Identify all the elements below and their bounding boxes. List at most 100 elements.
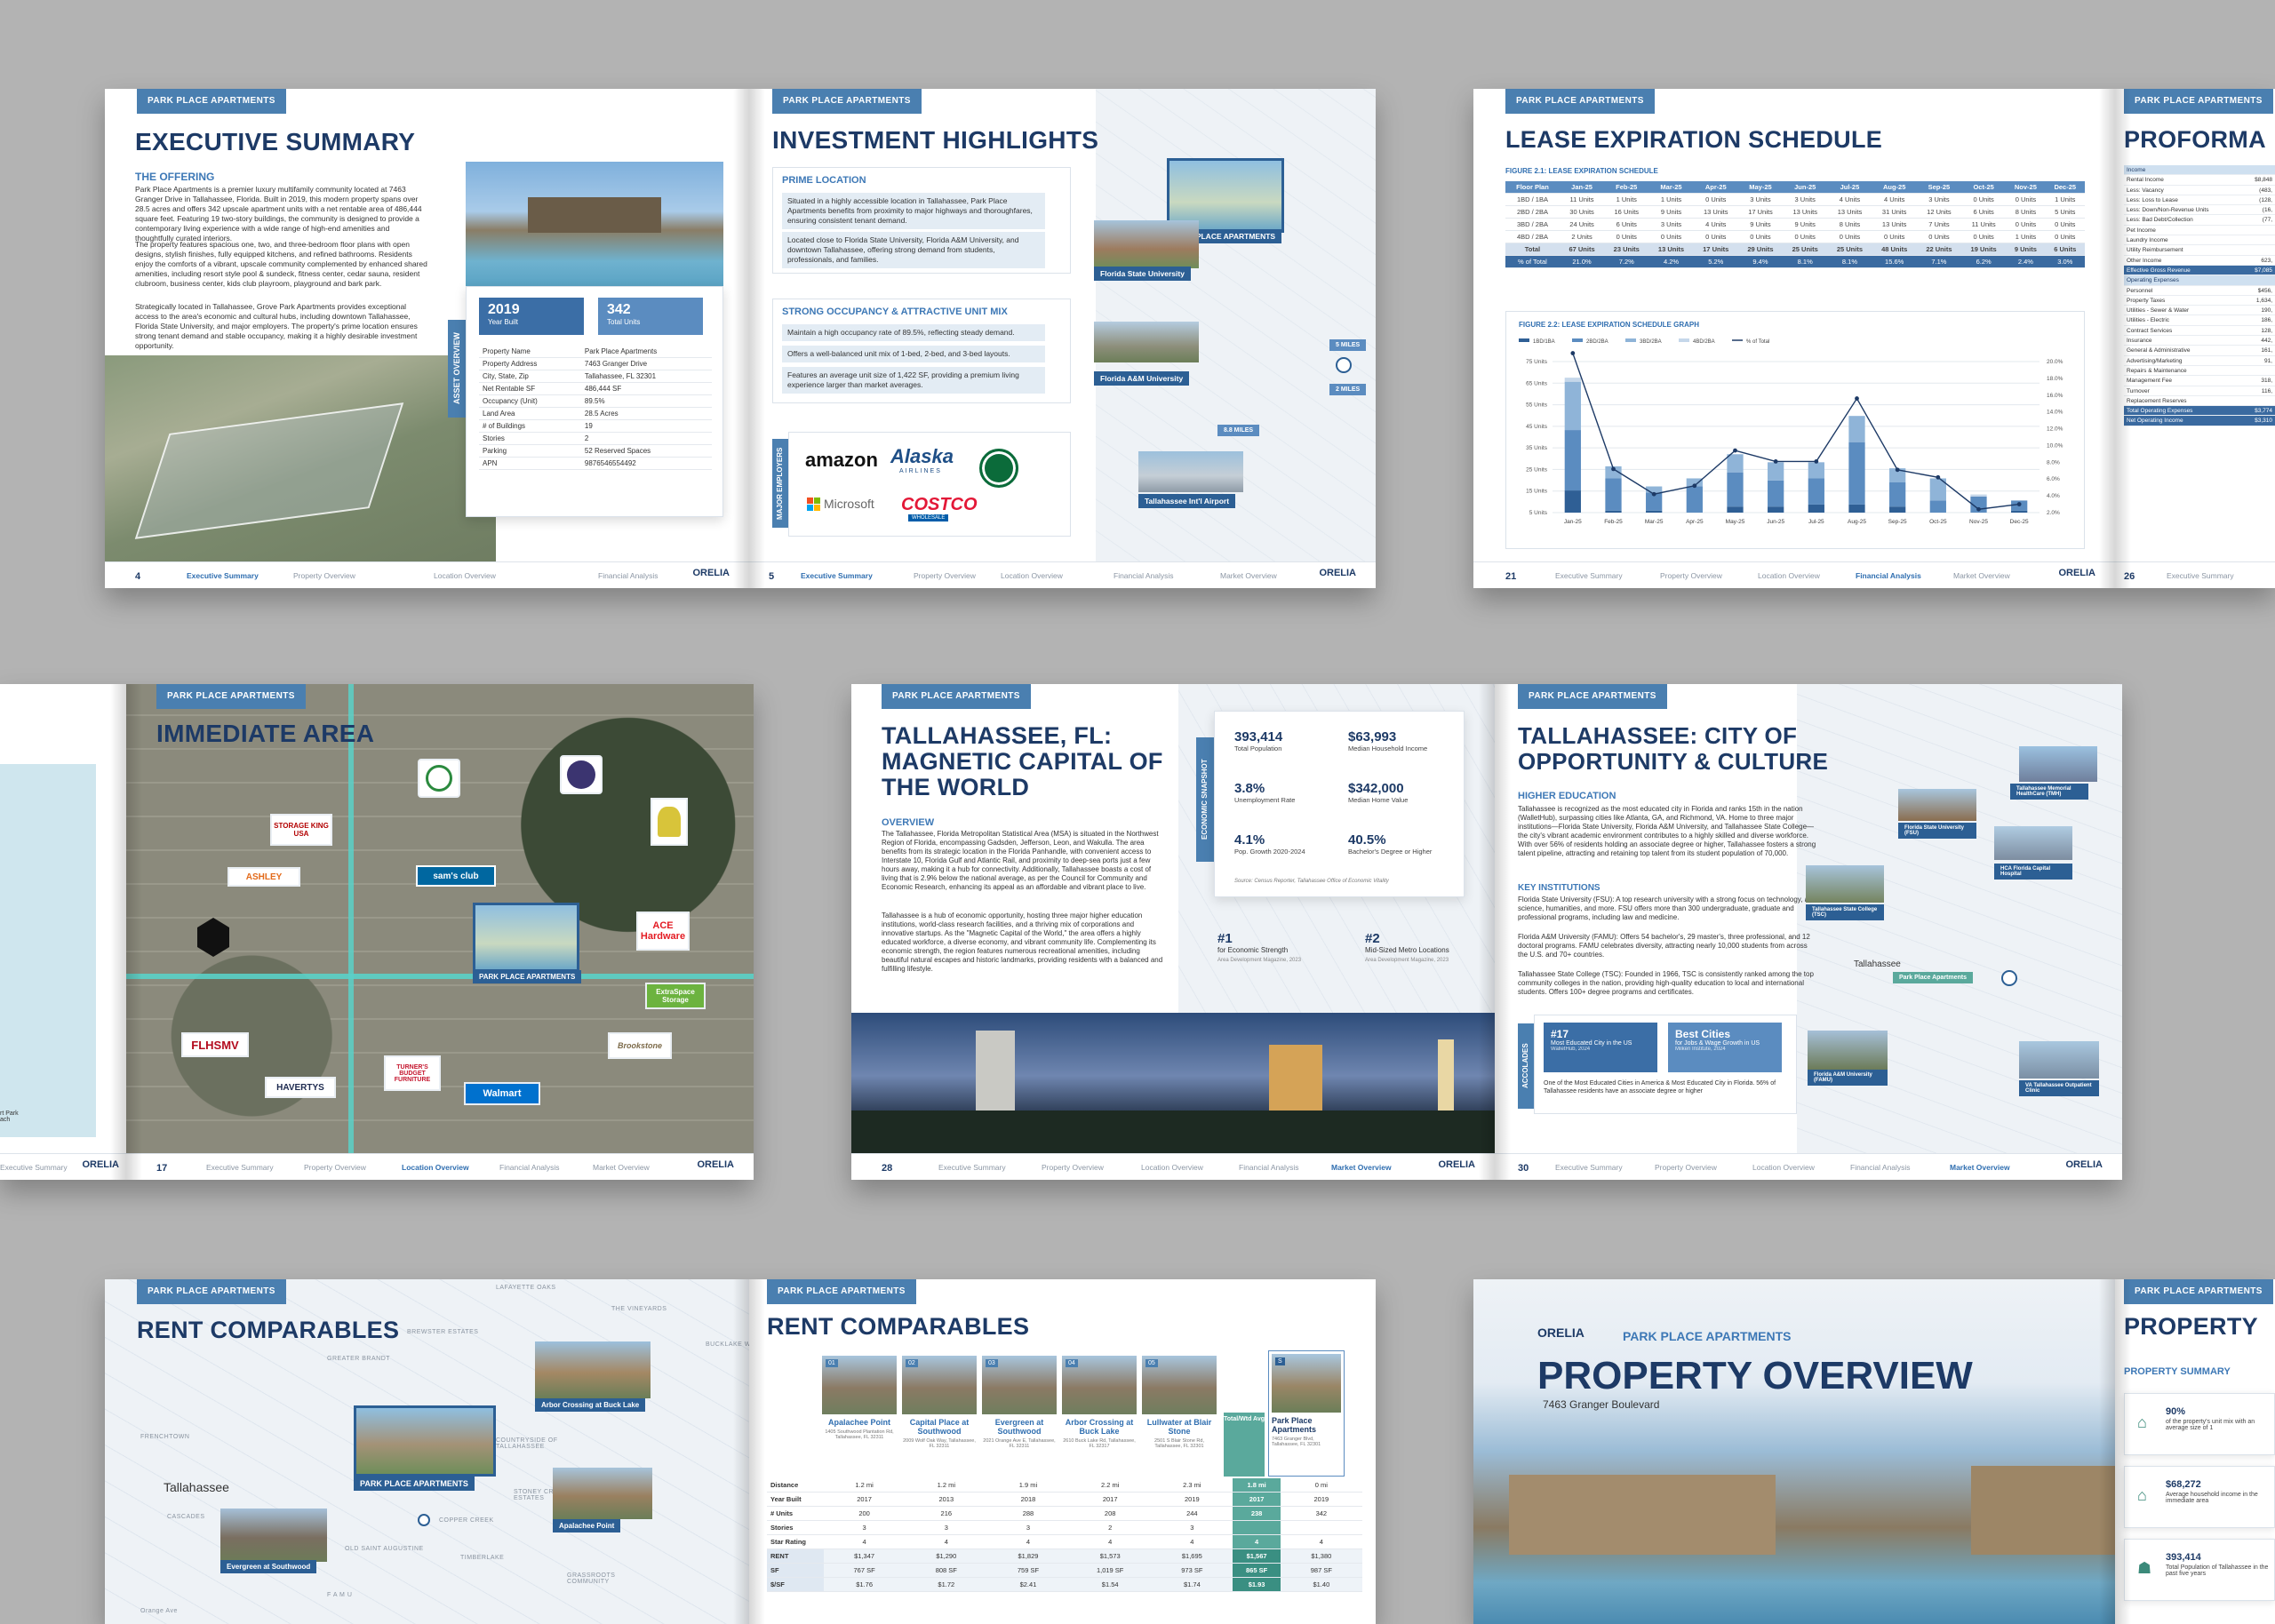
y2-tick-label: 14.0% (2047, 410, 2063, 416)
asset-table: Property Name Park Place Apartments Proper… (479, 346, 712, 470)
stat-value: 393,414 (1234, 729, 1283, 744)
nav-link[interactable]: Property Overview (1042, 1163, 1104, 1172)
table-cell: 2BD / 2BA (1505, 205, 1560, 219)
line-point (1733, 448, 1737, 453)
row-label: Effective Gross Revenue (2127, 267, 2191, 274)
nav-link[interactable]: Property Overview (914, 571, 976, 580)
y-tick-label: 45 Units (1526, 424, 1548, 430)
stat-value: $63,993 (1348, 729, 1397, 744)
accolades-tab: ACCOLADES (1518, 1023, 1534, 1109)
table-row: SF 767 SF 808 SF 759 SF 1,019 SF 973 SF 865 SF… (767, 1563, 1362, 1578)
nav-link[interactable]: Location Overview (1752, 1163, 1815, 1172)
table-cell: 8 Units (2006, 205, 2046, 219)
stat-value: 4.1% (1234, 832, 1265, 848)
legend-label: % of Total (1746, 339, 1769, 345)
stat-box-year: 2019 Year Built (479, 298, 584, 335)
nav-link[interactable]: Executive Summary (1555, 571, 1623, 580)
table-cell: 7.2% (1604, 255, 1649, 268)
comp-photo: 03 (982, 1356, 1057, 1414)
comp-column-header: 02 Capital Place at Southwood 2009 Wolf Oa… (902, 1356, 977, 1449)
summary-stat: ⌂ $68,272 Average household income in th… (2124, 1466, 2275, 1528)
nav-link[interactable]: Property Overview (1660, 571, 1722, 580)
page-immediate-area: PARK PLACE APARTMENTS IMMEDIATE AREA PAR… (126, 684, 754, 1180)
nav-link[interactable]: Financial Analysis (1239, 1163, 1299, 1172)
major-employers-tab: MAJOR EMPLOYERS (772, 439, 788, 528)
brand-pill: PARK PLACE APARTMENTS (1505, 89, 1655, 114)
table-cell: 238 (1233, 1506, 1281, 1521)
nav-link[interactable]: Market Overview (1331, 1163, 1392, 1172)
nav-link[interactable]: Location Overview (1758, 571, 1820, 580)
avg-column-header: Total/Wtd Avg (1224, 1413, 1265, 1477)
rank-label: Mid-Sized Metro Locations (1365, 946, 1449, 954)
table-cell: 987 SF (1280, 1563, 1362, 1578)
section-heading: THE OFFERING (135, 171, 215, 183)
spine-shadow (110, 684, 142, 1180)
nav-link[interactable]: Property Overview (304, 1163, 366, 1172)
tmh-thumb (2019, 746, 2097, 782)
nav-link[interactable]: Market Overview (1220, 571, 1277, 580)
paragraph: Tallahassee is recognized as the most ed… (1518, 805, 1816, 857)
nav-link[interactable]: Location Overview (1141, 1163, 1203, 1172)
nav-link[interactable]: Location Overview (1001, 571, 1063, 580)
comp-photo: 02 (902, 1356, 977, 1414)
page-footer: 5 Executive Summary Property Overview Lo… (749, 561, 1376, 588)
bar-segment (1564, 381, 1581, 431)
nav-link[interactable]: Executive Summary (801, 571, 873, 580)
nav-link[interactable]: Executive Summary (938, 1163, 1006, 1172)
table-cell: 3 Units (1916, 193, 1962, 206)
nav-link[interactable]: Executive Summary (206, 1163, 274, 1172)
row-label: City, State, Zip (479, 370, 581, 383)
table-cell: 0 Units (2006, 218, 2046, 231)
nav-link[interactable]: Location Overview (434, 571, 496, 580)
accolade-value: #17 (1551, 1028, 1569, 1040)
nav-link[interactable]: Executive Summary (187, 571, 259, 580)
spine-shadow (2099, 1279, 2131, 1624)
page-proforma: PARK PLACE APARTMENTS PROFORMA Income Ren… (2115, 89, 2275, 588)
table-cell: 1 Units (2006, 230, 2046, 243)
table-cell: 2017 (823, 1492, 906, 1507)
paragraph: The Tallahassee, Florida Metropolitan St… (882, 830, 1159, 891)
bar-segment (1646, 486, 1663, 493)
nav-link[interactable]: Financial Analysis (1856, 571, 1921, 580)
nav-link[interactable]: Financial Analysis (1850, 1163, 1911, 1172)
proforma-row: Personnel $456, (2124, 286, 2275, 296)
table-cell: 9.4% (1737, 255, 1784, 268)
y-tick-label: 55 Units (1526, 402, 1548, 409)
nav-link[interactable]: Financial Analysis (1114, 571, 1174, 580)
comp-address: 2009 Wolf Oak Way, Tallahassee, FL 32311 (903, 1438, 976, 1449)
comp-address: 2021 Orange Ave E, Tallahassee, FL 32311 (983, 1438, 1056, 1449)
proforma-table: Income Rental Income $8,848 Less: Vacancy (4… (2124, 165, 2275, 426)
nav-link[interactable]: Financial Analysis (499, 1163, 560, 1172)
nav-link[interactable]: Property Overview (1655, 1163, 1717, 1172)
table-cell: 2 Units (1559, 230, 1605, 243)
nav-link[interactable]: Executive Summary (2167, 571, 2234, 580)
orelia-logo: ORELIA (1319, 568, 1356, 578)
proforma-row: Utilities - Electric 186, (2124, 315, 2275, 326)
table-cell: 1.2 mi (905, 1478, 987, 1493)
nav-link[interactable]: Market Overview (593, 1163, 650, 1172)
map-tag: Tallahassee State College (TSC) (1806, 904, 1884, 920)
nav-link[interactable]: Financial Analysis (598, 571, 659, 580)
stat-label: Pop. Growth 2020-2024 (1234, 848, 1305, 856)
table-cell: 0 Units (1827, 230, 1872, 243)
map-tag: Tallahassee Int'l Airport (1138, 494, 1236, 508)
nav-link[interactable]: Market Overview (1950, 1163, 2010, 1172)
nav-link[interactable]: Location Overview (402, 1163, 469, 1172)
nav-link[interactable]: Property Overview (293, 571, 355, 580)
nav-link[interactable]: Market Overview (1953, 571, 2010, 580)
row-label: Distance (767, 1478, 824, 1493)
table-cell: 4 Units (1827, 193, 1872, 206)
brand-pill: PARK PLACE APARTMENTS (137, 1279, 286, 1304)
table-cell: 7.1% (1916, 255, 1962, 268)
nav-link[interactable]: Executive Summary (1555, 1163, 1623, 1172)
fsu-thumb (1094, 220, 1199, 268)
x-tick-label: May-25 (1726, 519, 1745, 525)
proforma-row: Effective Gross Revenue $7,085 (2124, 265, 2275, 276)
row-label: Parking (479, 444, 581, 458)
table-header-row: Floor Plan Jan-25 Feb-25 Mar-25 Apr-25 May-25… (1505, 181, 2085, 194)
building-shape (1971, 1466, 2115, 1555)
place-label: LAFAYETTE OAKS (496, 1285, 556, 1291)
snapshot-stat: $342,000 Median Home Value (1348, 781, 1408, 804)
nav-link[interactable]: Executive Summary (0, 1163, 68, 1172)
table-cell: 973 SF (1151, 1563, 1233, 1578)
